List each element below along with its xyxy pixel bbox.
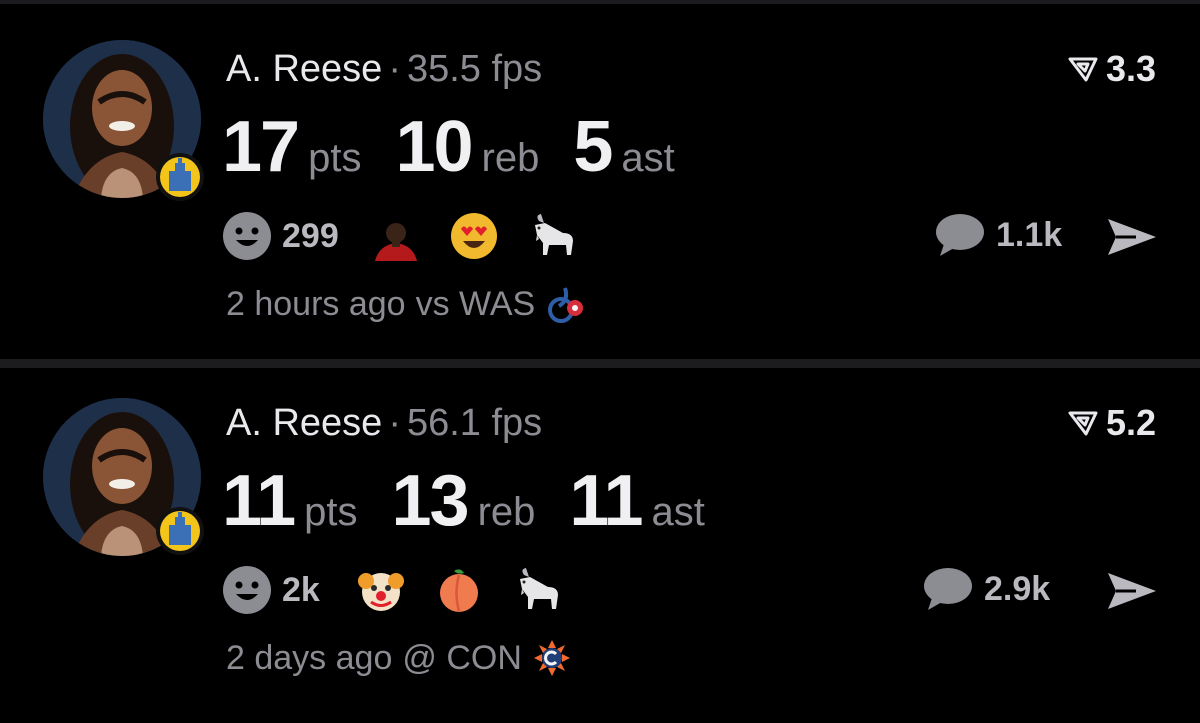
comment-bubble-icon: [924, 568, 972, 610]
washington-mystics-logo-icon: [548, 287, 584, 323]
opponent-label[interactable]: vs WAS: [416, 285, 536, 324]
game-meta: 2 hours ago vs WAS: [226, 284, 585, 324]
game-post-card[interactable]: A. Reese · 35.5 fps 3.3 17 pts 10 reb 5 ast 2…: [0, 4, 1200, 359]
rating-badge[interactable]: 5.2: [1068, 402, 1156, 444]
comments-button[interactable]: 1.1k: [934, 212, 1062, 258]
game-post-card[interactable]: A. Reese · 56.1 fps 5.2 11 pts 13 reb 11 ast …: [0, 368, 1200, 723]
reaction-bar: 2k: [222, 564, 590, 616]
separator-dot: ·: [388, 48, 401, 90]
stat-line: 11 pts 13 reb 11 ast: [222, 460, 739, 542]
rating-value: 5.2: [1105, 402, 1156, 443]
add-reaction-icon[interactable]: [222, 565, 272, 615]
points-value: 11: [222, 461, 296, 541]
reaction-count[interactable]: 2k: [282, 571, 320, 610]
points-label: pts: [308, 136, 362, 180]
stat-line: 17 pts 10 reb 5 ast: [222, 106, 709, 188]
fantasy-points: 56.1 fps: [406, 402, 543, 444]
goat-emoji-icon[interactable]: [527, 211, 577, 261]
points-value: 17: [222, 107, 300, 187]
opponent-label[interactable]: @ CON: [402, 639, 522, 678]
post-divider: [0, 359, 1200, 368]
rebounds-value: 13: [391, 461, 469, 541]
share-send-icon[interactable]: [1106, 570, 1158, 612]
player-name[interactable]: A. Reese: [226, 48, 382, 90]
peach-emoji-icon[interactable]: [434, 565, 484, 615]
assists-label: ast: [621, 136, 675, 180]
goat-emoji-icon[interactable]: [512, 565, 562, 615]
assists-value: 11: [569, 461, 643, 541]
points-label: pts: [304, 490, 358, 534]
reaction-bar: 299: [222, 210, 605, 262]
rebounds-label: reb: [481, 136, 540, 180]
rating-icon: [1068, 411, 1098, 436]
share-send-icon[interactable]: [1106, 216, 1158, 258]
team-logo-icon: [156, 507, 204, 555]
fantasy-points: 35.5 fps: [406, 48, 543, 90]
person-photo-reaction-icon[interactable]: [371, 211, 421, 261]
comments-button[interactable]: 2.9k: [922, 566, 1050, 612]
rating-badge[interactable]: 3.3: [1068, 48, 1156, 90]
post-timestamp: 2 hours ago: [226, 284, 406, 323]
comment-bubble-icon: [936, 214, 984, 256]
rebounds-value: 10: [395, 107, 473, 187]
comment-count: 1.1k: [996, 215, 1063, 254]
comment-count: 2.9k: [984, 569, 1051, 608]
game-meta: 2 days ago @ CON: [226, 638, 572, 678]
connecticut-sun-logo-icon: [533, 640, 570, 676]
team-logo-icon: [156, 153, 204, 201]
post-header: A. Reese · 56.1 fps: [226, 400, 542, 446]
add-reaction-icon[interactable]: [222, 211, 272, 261]
clown-emoji-icon[interactable]: [356, 565, 406, 615]
rebounds-label: reb: [477, 490, 536, 534]
player-name[interactable]: A. Reese: [226, 402, 382, 444]
post-header: A. Reese · 35.5 fps: [226, 46, 542, 92]
separator-dot: ·: [388, 402, 401, 444]
assists-label: ast: [651, 490, 705, 534]
rating-icon: [1068, 57, 1098, 82]
assists-value: 5: [573, 107, 613, 187]
heart-eyes-emoji-icon[interactable]: [449, 211, 499, 261]
reaction-count[interactable]: 299: [282, 217, 339, 256]
post-timestamp: 2 days ago: [226, 638, 393, 677]
rating-value: 3.3: [1105, 48, 1156, 89]
